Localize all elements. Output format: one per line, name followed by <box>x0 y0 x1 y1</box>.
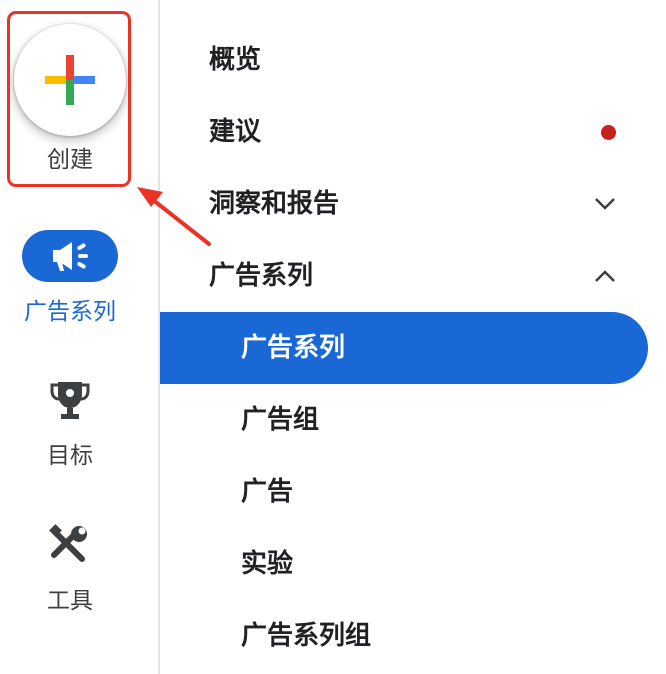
rail-item-active-pill <box>22 230 118 282</box>
nav-item-label: 广告系列 <box>209 261 314 291</box>
create-label: 创建 <box>47 147 93 173</box>
nav-subitem-campaign-groups[interactable]: 广告系列组 <box>160 600 648 672</box>
nav-item-insights-reports[interactable]: 洞察和报告 <box>160 168 648 240</box>
chevron-down-icon <box>595 198 615 210</box>
create-button[interactable] <box>14 24 126 136</box>
nav-item-label: 实验 <box>241 549 294 579</box>
tools-icon <box>49 524 87 562</box>
nav-item-label: 广告组 <box>241 405 320 435</box>
nav-item-overview[interactable]: 概览 <box>160 24 648 96</box>
nav-item-campaigns-group[interactable]: 广告系列 <box>160 240 648 312</box>
navigation-panel: 概览 建议 洞察和报告 广告系列 广告系列 广告组 广告 实验 广告系列组 <box>160 0 666 674</box>
nav-subitem-ad-groups[interactable]: 广告组 <box>160 384 648 456</box>
trophy-icon <box>50 382 90 419</box>
rail-item-campaigns[interactable]: 广告系列 <box>0 230 140 326</box>
notification-dot <box>601 124 616 140</box>
nav-item-label: 广告 <box>241 477 294 507</box>
nav-subitem-experiments[interactable]: 实验 <box>160 528 648 600</box>
nav-item-label: 洞察和报告 <box>209 189 340 219</box>
campaign-megaphone-icon <box>53 242 88 271</box>
rail-item-label: 工具 <box>47 588 93 614</box>
ads-navigation-screen: 创建 广告系列 目标 工具 概览 建议 洞察和报告 广告系列 广告系列 广告组 … <box>0 0 666 674</box>
nav-subitem-ads[interactable]: 广告 <box>160 456 648 528</box>
nav-item-label: 建议 <box>209 117 262 147</box>
nav-item-label: 广告系列组 <box>241 621 372 651</box>
nav-item-label: 概览 <box>209 45 262 75</box>
rail-item-label: 广告系列 <box>24 299 116 325</box>
rail-item-label: 目标 <box>47 443 93 469</box>
plus-icon <box>45 55 95 105</box>
chevron-up-icon <box>595 270 615 282</box>
navigation-rail: 创建 广告系列 目标 工具 <box>0 0 158 674</box>
nav-item-label: 广告系列 <box>241 333 346 363</box>
nav-subitem-campaigns[interactable]: 广告系列 <box>160 312 648 384</box>
rail-item-tools[interactable]: 工具 <box>0 519 140 615</box>
rail-item-goals[interactable]: 目标 <box>0 374 140 470</box>
nav-item-recommendations[interactable]: 建议 <box>160 96 648 168</box>
